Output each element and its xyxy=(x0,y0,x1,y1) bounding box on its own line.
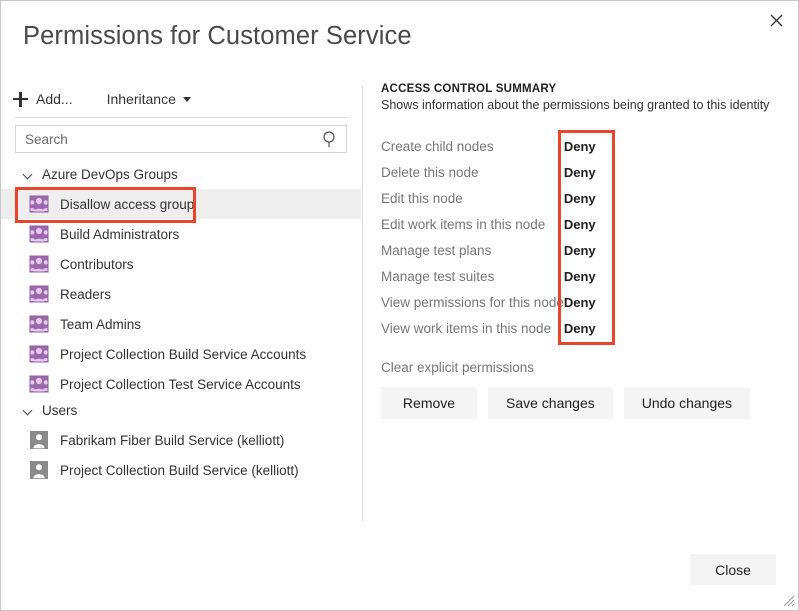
resize-grip-icon[interactable] xyxy=(782,594,795,607)
identity-list-item-label: Project Collection Test Service Accounts xyxy=(60,377,301,392)
toolbar-divider xyxy=(15,117,347,118)
permission-value: Deny xyxy=(564,289,596,315)
group-icon xyxy=(29,344,49,364)
permission-row: Manage test plansDeny xyxy=(381,237,596,263)
group-icon xyxy=(29,254,49,274)
access-control-summary-panel: ACCESS CONTROL SUMMARY Shows information… xyxy=(381,83,781,419)
identity-list-item[interactable]: Contributors xyxy=(1,249,361,279)
plus-icon xyxy=(13,92,28,107)
close-icon[interactable] xyxy=(760,5,792,35)
user-icon xyxy=(29,460,49,480)
identity-list-item-label: Build Administrators xyxy=(60,227,179,242)
group-icon xyxy=(29,314,49,334)
inheritance-label: Inheritance xyxy=(107,91,176,107)
identity-section-header[interactable]: Azure DevOps Groups xyxy=(1,163,361,185)
search-input[interactable] xyxy=(16,126,316,152)
permission-name: Edit work items in this node xyxy=(381,211,564,237)
permission-value: Deny xyxy=(564,133,596,159)
identity-list-item[interactable]: Project Collection Test Service Accounts xyxy=(1,369,361,399)
identity-list-item-label: Project Collection Build Service (kellio… xyxy=(60,463,299,478)
identity-section-header[interactable]: Users xyxy=(1,399,361,421)
chevron-down-icon xyxy=(23,405,34,416)
permission-name: Edit this node xyxy=(381,185,564,211)
identity-list-item[interactable]: Fabrikam Fiber Build Service (kelliott) xyxy=(1,425,361,455)
user-icon xyxy=(29,430,49,450)
identity-list-item[interactable]: Disallow access group xyxy=(1,189,361,219)
panel-divider xyxy=(362,86,363,521)
add-button-label: Add... xyxy=(36,91,73,107)
identity-list-item[interactable]: Build Administrators xyxy=(1,219,361,249)
permission-value: Deny xyxy=(564,237,596,263)
identity-list-item-label: Contributors xyxy=(60,257,134,272)
search-icon[interactable] xyxy=(322,130,339,148)
permission-row: Delete this nodeDeny xyxy=(381,159,596,185)
permission-name: View permissions for this node xyxy=(381,289,564,315)
permission-row: View work items in this nodeDeny xyxy=(381,315,596,341)
group-icon xyxy=(29,224,49,244)
group-icon xyxy=(29,284,49,304)
identity-list-item[interactable]: Project Collection Build Service (kellio… xyxy=(1,455,361,485)
permission-name: View work items in this node xyxy=(381,315,564,341)
undo-changes-button[interactable]: Undo changes xyxy=(624,387,750,419)
identity-list-item-label: Readers xyxy=(60,287,111,302)
identity-list-item-label: Fabrikam Fiber Build Service (kelliott) xyxy=(60,433,284,448)
close-button[interactable]: Close xyxy=(690,554,776,585)
identity-section-label: Users xyxy=(42,403,77,418)
remove-button[interactable]: Remove xyxy=(381,387,477,419)
identity-toolbar: Add... Inheritance xyxy=(1,81,361,117)
permission-name: Create child nodes xyxy=(381,133,564,159)
dialog-title-bar: Permissions for Customer Service xyxy=(1,1,799,71)
identity-list[interactable]: Azure DevOps Groups Disallow access group… xyxy=(1,163,361,523)
access-control-summary-subheading: Shows information about the permissions … xyxy=(381,98,781,112)
permission-row: View permissions for this nodeDeny xyxy=(381,289,596,315)
permissions-dialog: Permissions for Customer Service Add... … xyxy=(0,0,799,611)
chevron-down-icon xyxy=(23,169,34,180)
identity-list-item-label: Project Collection Build Service Account… xyxy=(60,347,306,362)
inheritance-menu-button[interactable]: Inheritance xyxy=(103,88,195,110)
group-icon xyxy=(29,374,49,394)
identity-list-item-label: Disallow access group xyxy=(60,197,194,212)
permission-value: Deny xyxy=(564,159,596,185)
permission-name: Delete this node xyxy=(381,159,564,185)
permission-row: Edit work items in this nodeDeny xyxy=(381,211,596,237)
permission-action-buttons: Remove Save changes Undo changes xyxy=(381,387,781,419)
identity-list-item-label: Team Admins xyxy=(60,317,141,332)
permission-row: Manage test suitesDeny xyxy=(381,263,596,289)
page-title: Permissions for Customer Service xyxy=(23,22,412,51)
permission-value: Deny xyxy=(564,263,596,289)
access-control-summary-heading: ACCESS CONTROL SUMMARY xyxy=(381,83,781,95)
search-box[interactable] xyxy=(15,125,347,153)
save-changes-button[interactable]: Save changes xyxy=(488,387,613,419)
identity-section-label: Azure DevOps Groups xyxy=(42,167,178,182)
permission-row: Create child nodesDeny xyxy=(381,133,596,159)
add-button[interactable]: Add... xyxy=(9,88,77,110)
permission-row: Edit this nodeDeny xyxy=(381,185,596,211)
permission-name: Manage test suites xyxy=(381,263,564,289)
identity-list-item[interactable]: Project Collection Build Service Account… xyxy=(1,339,361,369)
identity-list-item[interactable]: Team Admins xyxy=(1,309,361,339)
group-icon xyxy=(29,194,49,214)
permissions-table: Create child nodesDenyDelete this nodeDe… xyxy=(381,133,596,341)
permission-name: Manage test plans xyxy=(381,237,564,263)
permission-value: Deny xyxy=(564,185,596,211)
chevron-down-icon xyxy=(183,97,191,102)
identity-list-item[interactable]: Readers xyxy=(1,279,361,309)
clear-explicit-permissions-link[interactable]: Clear explicit permissions xyxy=(381,360,534,375)
permission-value: Deny xyxy=(564,211,596,237)
permission-value: Deny xyxy=(564,315,596,341)
identity-panel: Add... Inheritance Azure DevOps Groups Di… xyxy=(1,81,361,531)
